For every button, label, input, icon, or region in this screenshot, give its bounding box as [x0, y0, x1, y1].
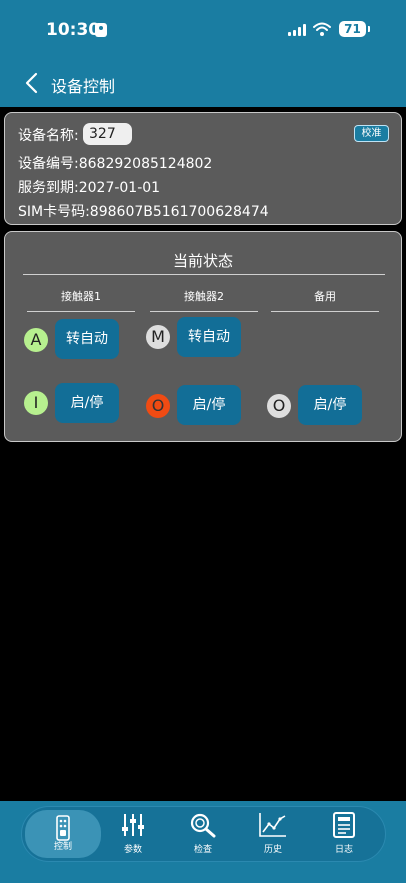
remote-control-icon	[56, 815, 70, 841]
tab-label: 检查	[193, 845, 212, 855]
contactor2-mode-indicator: M	[146, 325, 170, 349]
sim-number: SIM卡号码:898607B5161700628474	[18, 204, 269, 220]
tab-control[interactable]: 控制	[25, 810, 101, 858]
column-divider	[27, 311, 135, 312]
magnifier-icon	[190, 813, 216, 838]
tab-label: 历史	[263, 845, 282, 855]
device-info-card: 设备名称: 327 校准 设备编号:868292085124802 服务到期:2…	[4, 112, 402, 225]
battery-indicator: 71	[339, 21, 370, 37]
tab-label: 控制	[53, 842, 72, 852]
calibrate-button[interactable]: 校准	[354, 125, 389, 142]
document-icon	[333, 812, 355, 838]
tab-log[interactable]: 日志	[309, 807, 379, 861]
title-divider	[23, 274, 385, 275]
service-expiry: 服务到期:2027-01-01	[18, 180, 161, 196]
current-state-card: 当前状态 接触器1 接触器2 备用 A 转自动 M 转自动 I 启/停 O 启/…	[4, 231, 402, 442]
device-number: 设备编号:868292085124802	[18, 156, 213, 172]
tab-label: 日志	[334, 845, 353, 855]
id-card-icon	[95, 23, 107, 37]
contactor2-auto-button[interactable]: 转自动	[177, 317, 241, 357]
column-header-contactor2: 接触器2	[184, 290, 224, 303]
state-title: 当前状态	[172, 252, 233, 270]
status-time: 10:30	[46, 20, 101, 40]
spare-run-indicator: O	[267, 394, 291, 418]
status-bar: 10:30 71	[0, 0, 406, 60]
wifi-icon	[313, 22, 331, 36]
bottom-tab-bar: 控制 参数 检查 历史 日志	[21, 806, 386, 862]
tab-inspect[interactable]: 检查	[168, 807, 238, 861]
tab-history[interactable]: 历史	[238, 807, 308, 861]
column-divider	[150, 311, 258, 312]
contactor1-start-stop-button[interactable]: 启/停	[55, 383, 119, 423]
contactor1-run-indicator: I	[24, 391, 48, 415]
sliders-icon	[122, 814, 144, 836]
tab-label: 参数	[123, 845, 142, 855]
column-header-contactor1: 接触器1	[61, 290, 101, 303]
top-bar: 10:30 71 设备控制	[0, 0, 406, 107]
line-chart-icon	[259, 813, 286, 837]
page-title: 设备控制	[51, 77, 116, 96]
navigation-bar: 设备控制	[0, 60, 406, 107]
cellular-signal-icon	[288, 24, 308, 36]
tab-parameters[interactable]: 参数	[98, 807, 168, 861]
column-divider	[271, 311, 379, 312]
back-chevron-icon[interactable]	[22, 71, 42, 95]
contactor1-mode-indicator: A	[24, 328, 48, 352]
column-header-spare: 备用	[314, 290, 336, 303]
contactor1-auto-button[interactable]: 转自动	[55, 319, 119, 359]
device-name-field[interactable]: 327	[83, 123, 132, 145]
contactor2-run-indicator: O	[146, 394, 170, 418]
spare-start-stop-button[interactable]: 启/停	[298, 385, 362, 425]
contactor2-start-stop-button[interactable]: 启/停	[177, 385, 241, 425]
device-name-label: 设备名称:	[18, 128, 79, 144]
